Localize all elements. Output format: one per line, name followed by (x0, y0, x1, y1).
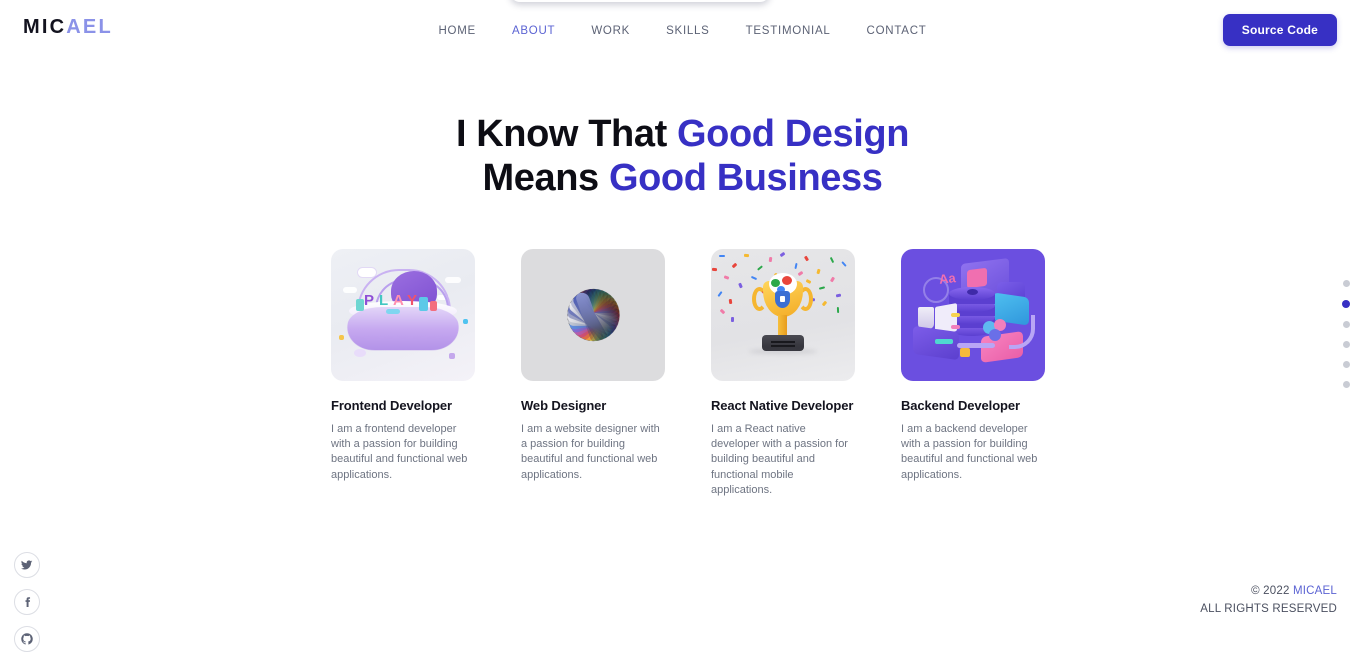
card-title: Frontend Developer (331, 398, 452, 413)
confetti-piece (731, 262, 738, 269)
confetti-piece (723, 275, 730, 280)
card-description: I am a backend developer with a passion … (901, 423, 1038, 481)
confetti-piece (768, 256, 773, 263)
footer-copyright: © 2022 MICAEL (1200, 583, 1337, 601)
confetti-piece (719, 255, 725, 257)
heading-line1-accent: Good Design (677, 113, 910, 155)
service-card[interactable]: Web Designer I am a website designer wit… (521, 249, 665, 498)
card-title: Backend Developer (901, 398, 1020, 413)
section-dot-2[interactable] (1342, 321, 1350, 328)
page-title: I Know That Good Design Means Good Busin… (0, 112, 1365, 200)
source-code-button[interactable]: Source Code (1222, 14, 1337, 46)
nav-item-contact[interactable]: CONTACT (849, 25, 945, 37)
gold-trophy-confetti-illustration (711, 249, 855, 381)
nav-item-skills[interactable]: SKILLS (648, 25, 728, 37)
social-links (14, 552, 40, 652)
color-swatch-fan-wheel-illustration (521, 249, 665, 381)
confetti-piece (797, 270, 804, 277)
confetti-piece (821, 300, 828, 307)
confetti-piece (719, 308, 726, 315)
twitter-icon[interactable] (14, 552, 40, 578)
footer-copyright-prefix: © 2022 (1251, 585, 1293, 598)
confetti-piece (711, 267, 718, 272)
service-card[interactable]: React Native Developer I am a React nati… (711, 249, 855, 498)
footer: © 2022 MICAEL ALL RIGHTS RESERVED (1200, 583, 1337, 619)
facebook-icon[interactable] (14, 589, 40, 615)
confetti-piece (779, 251, 786, 258)
portfolio-page: MICAEL HOME ABOUT WORK SKILLS TESTIMONIA… (0, 0, 1365, 668)
card-title: Web Designer (521, 398, 607, 413)
card-title: React Native Developer (711, 398, 854, 413)
main-navigation: HOME ABOUT WORK SKILLS TESTIMONIAL CONTA… (0, 25, 1365, 37)
confetti-piece (728, 298, 733, 305)
card-description: I am a website designer with a passion f… (521, 423, 660, 481)
confetti-piece (816, 268, 821, 275)
confetti-piece (738, 282, 743, 289)
confetti-piece (730, 316, 735, 323)
confetti-piece (750, 275, 758, 281)
footer-brand: MICAEL (1292, 585, 1337, 598)
confetti-piece (841, 261, 847, 267)
service-card-list: PL AY Frontend Developer I am a frontend… (331, 249, 1045, 498)
section-dot-0[interactable] (1342, 280, 1350, 287)
github-icon[interactable] (14, 626, 40, 652)
confetti-piece (743, 253, 750, 258)
service-card[interactable]: Aa Backend Developer I am a backend deve… (901, 249, 1045, 498)
service-card[interactable]: PL AY Frontend Developer I am a frontend… (331, 249, 475, 498)
nav-item-about[interactable]: ABOUT (494, 25, 573, 37)
card-description: I am a React native developer with a pas… (711, 423, 848, 496)
nav-item-home[interactable]: HOME (420, 25, 494, 37)
section-dot-5[interactable] (1342, 381, 1350, 388)
section-dot-4[interactable] (1342, 361, 1350, 368)
site-header: MICAEL HOME ABOUT WORK SKILLS TESTIMONIA… (0, 0, 1365, 58)
confetti-piece (835, 293, 842, 298)
nav-item-testimonial[interactable]: TESTIMONIAL (728, 25, 849, 37)
heading-line1-plain: I Know That (455, 113, 678, 155)
confetti-piece (717, 290, 723, 298)
confetti-piece (757, 265, 763, 271)
section-dot-navigation (1342, 280, 1350, 388)
play-island-3d-illustration: PL AY (331, 249, 475, 381)
card-description: I am a frontend developer with a passion… (331, 423, 468, 481)
section-dot-3[interactable] (1342, 341, 1350, 348)
section-dot-1[interactable] (1342, 300, 1350, 308)
confetti-piece (836, 306, 840, 314)
heading-line2-plain: Means (482, 157, 609, 200)
heading-line2-accent: Good Business (608, 157, 883, 200)
backend-server-isometric-illustration: Aa (901, 249, 1045, 381)
confetti-piece (829, 256, 835, 264)
confetti-piece (803, 255, 810, 262)
confetti-piece (805, 279, 812, 284)
nav-item-work[interactable]: WORK (573, 25, 648, 37)
confetti-piece (818, 286, 826, 290)
confetti-piece (829, 276, 836, 283)
confetti-piece (794, 262, 798, 270)
footer-rights: ALL RIGHTS RESERVED (1200, 603, 1337, 616)
